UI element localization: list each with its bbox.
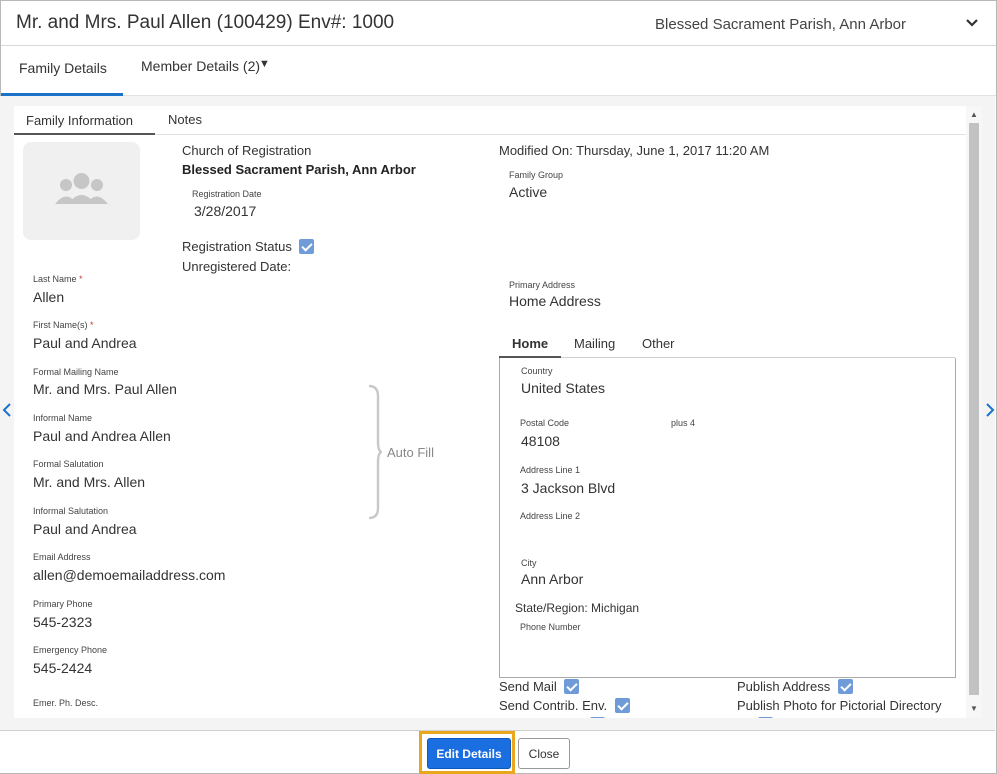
extra-checkbox[interactable]	[590, 717, 605, 718]
country-label: Country	[521, 366, 553, 376]
primary-address-label: Primary Address	[509, 280, 576, 290]
informal-salutation-label: Informal Salutation	[33, 506, 109, 516]
publish-address-checkbox[interactable]	[837, 679, 853, 694]
church-label: Church of Registration	[182, 143, 312, 158]
send-mail-option: Send Mail	[499, 679, 580, 694]
tab-home-label: Home	[512, 336, 549, 351]
publish-photo-option: Publish Photo for Pictorial Directory	[737, 698, 941, 713]
address-line1-label: Address Line 1	[520, 465, 581, 475]
first-name-label-text: First Name(s)	[33, 320, 88, 330]
tab-notes[interactable]: Notes	[168, 112, 202, 127]
informal-name-label: Informal Name	[33, 413, 93, 423]
scrollbar[interactable]: ▲ ▼	[966, 106, 982, 718]
primary-phone-label: Primary Phone	[33, 599, 93, 609]
formal-salutation-label: Formal Salutation	[33, 459, 104, 469]
send-contrib-label: Send Contrib. Env.	[499, 698, 608, 713]
address-box: Country United States Postal Code 48108 …	[499, 358, 956, 678]
registration-status: Registration Status	[182, 239, 315, 254]
state-region: State/Region: Michigan	[515, 601, 640, 615]
formal-mailing-label: Formal Mailing Name	[33, 367, 119, 377]
close-button[interactable]: Close	[518, 738, 570, 769]
publish-photo-label: Publish Photo for Pictorial Directory	[737, 698, 942, 713]
informal-name-value: Paul and Andrea Allen	[33, 428, 171, 444]
tab-member-details[interactable]: Member Details (2) ▼	[141, 46, 281, 96]
last-name-label-text: Last Name	[33, 274, 77, 284]
scrollbar-thumb[interactable]	[969, 123, 979, 695]
city-value: Ann Arbor	[521, 571, 584, 587]
address-tabs: Home Mailing Other	[499, 332, 955, 358]
emer-desc-label: Emer. Ph. Desc.	[33, 698, 99, 708]
family-group-value: Active	[509, 184, 548, 200]
last-name-label: Last Name *	[33, 274, 83, 284]
publish-address-label: Publish Address	[737, 679, 831, 694]
tab-home-address[interactable]: Home	[499, 336, 561, 358]
chevron-left-icon[interactable]	[2, 402, 12, 418]
inner-tabs: Family Information Notes	[14, 106, 966, 135]
postal-code-value: 48108	[521, 433, 560, 449]
address-line2-label: Address Line 2	[520, 511, 581, 521]
tab-family-details-label: Family Details	[19, 60, 107, 76]
triangle-down-icon: ▼	[259, 58, 270, 70]
tab-family-information-label: Family Information	[26, 113, 133, 128]
required-mark: *	[90, 320, 94, 330]
plus4-label: plus 4	[671, 418, 696, 428]
country-value: United States	[521, 380, 606, 396]
postal-code-label: Postal Code	[520, 418, 570, 428]
unregistered-date-label: Unregistered Date:	[182, 259, 292, 274]
tab-member-details-label: Member Details (2)	[141, 58, 261, 74]
registration-date-value: 3/28/2017	[194, 203, 257, 219]
chevron-right-icon[interactable]	[985, 402, 995, 418]
formal-salutation-value: Mr. and Mrs. Allen	[33, 474, 146, 490]
auto-fill-button[interactable]: Auto Fill	[387, 445, 434, 460]
chevron-down-icon[interactable]	[964, 15, 980, 31]
edit-details-button[interactable]: Edit Details	[427, 738, 511, 769]
primary-phone-value: 545-2323	[33, 614, 93, 630]
formal-mailing-value: Mr. and Mrs. Paul Allen	[33, 381, 177, 397]
publish-photo-checkbox[interactable]	[758, 717, 774, 718]
first-name-value: Paul and Andrea	[33, 335, 137, 351]
tab-family-details[interactable]: Family Details	[1, 46, 123, 96]
send-mail-checkbox[interactable]	[564, 679, 580, 694]
emergency-phone-label: Emergency Phone	[33, 645, 108, 655]
send-contrib-option: Send Contrib. Env.	[499, 698, 630, 713]
send-mail-label: Send Mail	[499, 679, 557, 694]
header-parish: Blessed Sacrament Parish, Ann Arbor	[655, 16, 906, 33]
first-name-label: First Name(s) *	[33, 320, 94, 330]
city-label: City	[521, 558, 537, 568]
email-value: allen@demoemailaddress.com	[33, 567, 226, 583]
publish-address-option: Publish Address	[737, 679, 853, 694]
family-information-panel: Family Information Notes Church of Regis…	[14, 106, 966, 718]
address-line1-value: 3 Jackson Blvd	[521, 480, 616, 496]
church-value: Blessed Sacrament Parish, Ann Arbor	[182, 162, 416, 177]
family-group-label: Family Group	[509, 170, 564, 180]
dialog-header: Mr. and Mrs. Paul Allen (100429) Env#: 1…	[1, 1, 996, 46]
send-contrib-checkbox[interactable]	[614, 698, 630, 713]
informal-salutation-value: Paul and Andrea	[33, 521, 137, 537]
scroll-down-icon[interactable]: ▼	[970, 704, 978, 713]
emergency-phone-value: 545-2424	[33, 660, 93, 676]
scroll-up-icon[interactable]: ▲	[970, 110, 978, 119]
registration-status-label: Registration Status	[182, 239, 292, 254]
tab-family-information[interactable]: Family Information	[14, 112, 155, 135]
phone-number-label: Phone Number	[520, 622, 581, 632]
auto-fill-brace-icon	[368, 384, 382, 520]
registration-status-checkbox[interactable]	[299, 239, 315, 254]
primary-address-value: Home Address	[509, 293, 601, 309]
avatar[interactable]	[23, 142, 140, 240]
tab-mailing-address[interactable]: Mailing	[574, 336, 615, 351]
email-label: Email Address	[33, 552, 91, 562]
top-tabs: Family Details Member Details (2) ▼	[1, 46, 996, 96]
modified-on: Modified On: Thursday, June 1, 2017 11:2…	[499, 143, 770, 158]
required-mark: *	[79, 274, 83, 284]
group-icon	[55, 173, 108, 204]
last-name-value: Allen	[33, 289, 65, 305]
tab-other-address[interactable]: Other	[642, 336, 675, 351]
page-title: Mr. and Mrs. Paul Allen (100429) Env#: 1…	[16, 12, 395, 33]
registration-date-label: Registration Date	[192, 189, 262, 199]
